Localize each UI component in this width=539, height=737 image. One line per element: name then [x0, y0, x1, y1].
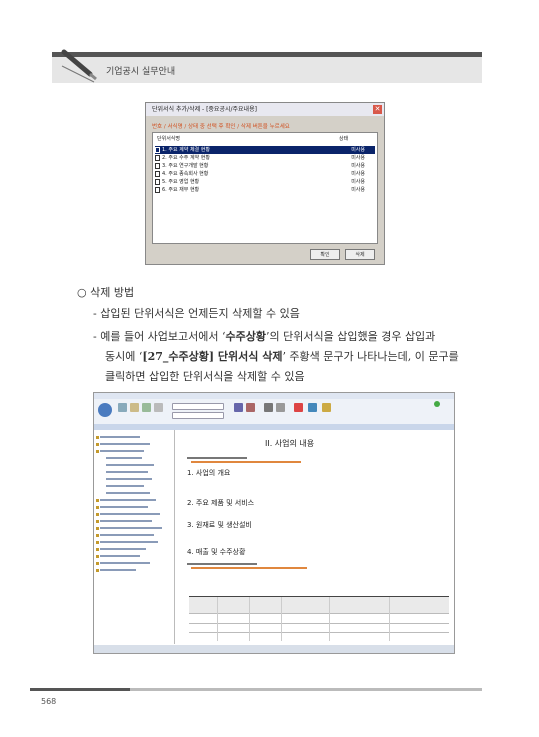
list-item[interactable]: 6. 주요 재무 현황 미사용 [155, 186, 375, 194]
text-line-4: 클릭하면 삽입한 단위서식을 삭제할 수 있음 [105, 370, 305, 383]
toolbar-icon[interactable] [276, 403, 285, 412]
toolbar-icon[interactable] [118, 403, 127, 412]
list-header-status: 상태 [339, 136, 349, 142]
toolbar-icon[interactable] [234, 403, 243, 412]
pen-icon [61, 49, 97, 83]
toolbar-icon[interactable] [322, 403, 331, 412]
document-icon [155, 170, 160, 177]
doc-heading: II. 사업의 내용 [265, 439, 315, 448]
text-line-2: - 예를 들어 사업보고서에서 ‘수주상황’의 단위서식을 삽입했을 경우 삽입… [93, 330, 436, 343]
doc-item-2: 2. 주요 제품 및 서비스 [187, 499, 255, 507]
format-dialog: 단위서식 추가/삭제 - [중요공시/주요내용] ✕ 번호 / 서식명 / 상태… [145, 102, 385, 265]
toolbar-icon[interactable] [264, 403, 273, 412]
dialog-title: 단위서식 추가/삭제 - [중요공시/주요내용] [146, 103, 384, 116]
editor-statusbar [94, 645, 454, 653]
toolbar-icon[interactable] [308, 403, 317, 412]
footer-rule-light [130, 688, 482, 691]
editor-screenshot: II. 사업의 내용 1. 사업의 개요 2. 주요 제품 및 서비스 3. 원… [93, 392, 455, 654]
delete-button[interactable]: 삭제 [345, 249, 375, 260]
toolbar-icon[interactable] [154, 403, 163, 412]
font-select[interactable] [172, 403, 224, 410]
list-item[interactable]: 3. 주요 연구개발 현황 미사용 [155, 162, 375, 170]
doc-item-4: 4. 매출 및 수주상황 [187, 548, 246, 556]
section-title: ○ 삭제 방법 [77, 286, 135, 299]
doc-item-3: 3. 원재료 및 생산설비 [187, 521, 252, 529]
toolbar-icon[interactable] [294, 403, 303, 412]
page-number: 568 [41, 697, 57, 706]
document-icon [155, 146, 160, 153]
dialog-hint: 번호 / 서식명 / 상태 중 선택 후 확인 / 삭제 버튼을 누르세요 [152, 124, 290, 130]
list-item[interactable]: 1. 주요 계약 체결 현황 미사용 [155, 146, 375, 154]
document-tree [94, 430, 175, 644]
document-page: II. 사업의 내용 1. 사업의 개요 2. 주요 제품 및 서비스 3. 원… [175, 430, 454, 644]
close-icon[interactable]: ✕ [373, 105, 382, 114]
document-icon [155, 186, 160, 193]
delete-format-link[interactable] [191, 567, 307, 569]
size-select[interactable] [172, 412, 224, 419]
toolbar-icon[interactable] [142, 403, 151, 412]
document-icon [155, 162, 160, 169]
list-item[interactable]: 4. 주요 종속회사 현황 미사용 [155, 170, 375, 178]
list-header-name: 단위서식명 [157, 136, 181, 142]
text-line-1: - 삽입된 단위서식은 언제든지 삭제할 수 있음 [93, 307, 300, 320]
list-item[interactable]: 2. 주요 수주 계약 현황 미사용 [155, 154, 375, 162]
ok-button[interactable]: 확인 [310, 249, 340, 260]
app-logo-icon[interactable] [98, 403, 112, 417]
editor-ribbon [94, 399, 454, 425]
header-title: 기업공시 실무안내 [106, 67, 176, 77]
list-item[interactable]: 5. 주요 영업 현황 미사용 [155, 178, 375, 186]
order-table [189, 596, 449, 641]
text-line-3: 동시에 ‘[27_수주상황] 단위서식 삭제’ 주황색 문구가 나타나는데, 이… [105, 350, 459, 363]
toolbar-icon[interactable] [246, 403, 255, 412]
document-icon [155, 154, 160, 161]
doc-item-1: 1. 사업의 개요 [187, 469, 231, 477]
document-icon [155, 178, 160, 185]
toolbar-icon[interactable] [130, 403, 139, 412]
status-icon [434, 401, 440, 407]
footer-rule-dark [30, 688, 130, 691]
format-list: 단위서식명 상태 1. 주요 계약 체결 현황 미사용 2. 주요 수주 계약 현… [152, 132, 378, 244]
